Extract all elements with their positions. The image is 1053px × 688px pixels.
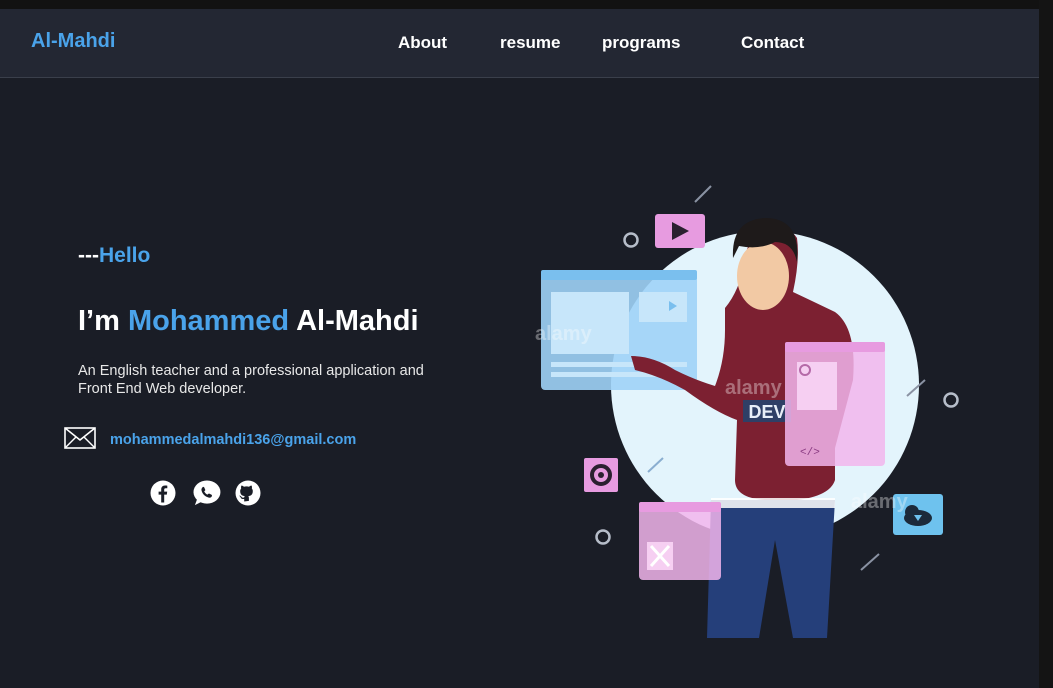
window-top-strip (0, 0, 1053, 9)
greeting: ---Hello (78, 244, 150, 268)
email-link[interactable]: mohammedalmahdi136@gmail.com (110, 432, 356, 448)
nav-link-about[interactable]: About (398, 33, 447, 53)
title-last-name: Al-Mahdi (289, 305, 419, 337)
intro-description: An English teacher and a professional ap… (78, 363, 424, 397)
developer-jeans (707, 500, 835, 638)
mail-icon (64, 427, 96, 449)
decor-ring (595, 529, 611, 545)
facebook-icon[interactable] (150, 480, 176, 506)
title-intro: I’m (78, 305, 128, 337)
decor-ring (623, 232, 639, 248)
navbar: Al-Mahdi About resume programs Contact (0, 9, 1039, 78)
decor-dash (694, 185, 712, 203)
page-title: I’m Mohammed Al-Mahdi (78, 305, 419, 338)
watermark: alamy (851, 491, 909, 513)
developer-illustration: DEV </> alamy alamy alamy (535, 185, 959, 638)
nav-link-resume[interactable]: resume (500, 33, 560, 53)
svg-text:</>: </> (800, 447, 820, 459)
decor-dash (860, 553, 880, 571)
nav-link-contact[interactable]: Contact (741, 33, 804, 53)
brand-logo[interactable]: Al-Mahdi (31, 30, 115, 53)
watermark: alamy (725, 377, 783, 399)
nav-link-programs[interactable]: programs (602, 33, 680, 53)
developer-face (737, 242, 789, 310)
whatsapp-icon[interactable] (191, 480, 222, 506)
window-right-strip (1039, 0, 1053, 688)
github-icon[interactable] (235, 480, 261, 506)
greeting-word: Hello (98, 244, 151, 267)
dev-badge-label: DEV (748, 402, 785, 422)
decor-ring (943, 392, 959, 408)
title-first-name: Mohammed (127, 305, 290, 337)
watermark: alamy (535, 323, 593, 345)
greeting-dashes: --- (78, 244, 99, 267)
